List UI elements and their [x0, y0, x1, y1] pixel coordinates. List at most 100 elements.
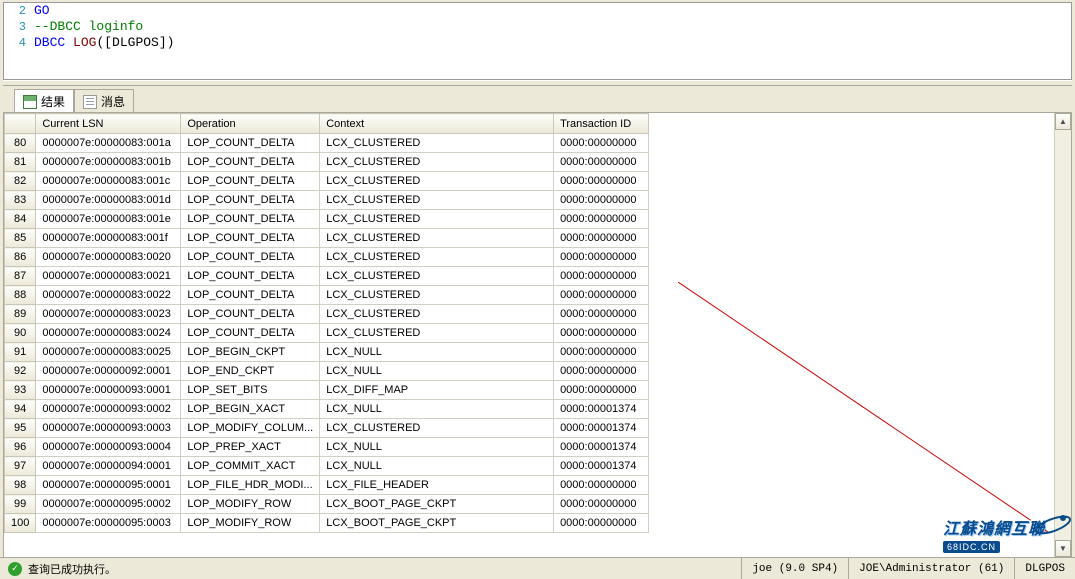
- cell-op[interactable]: LOP_MODIFY_ROW: [181, 495, 320, 514]
- cell-op[interactable]: LOP_PREP_XACT: [181, 438, 320, 457]
- cell-txn[interactable]: 0000:00000000: [554, 286, 649, 305]
- cell-op[interactable]: LOP_COUNT_DELTA: [181, 191, 320, 210]
- cell-txn[interactable]: 0000:00000000: [554, 153, 649, 172]
- cell-lsn[interactable]: 0000007e:00000083:001e: [36, 210, 181, 229]
- table-row[interactable]: 940000007e:00000093:0002LOP_BEGIN_XACTLC…: [5, 400, 649, 419]
- cell-op[interactable]: LOP_COUNT_DELTA: [181, 134, 320, 153]
- cell-lsn[interactable]: 0000007e:00000083:0021: [36, 267, 181, 286]
- cell-lsn[interactable]: 0000007e:00000093:0003: [36, 419, 181, 438]
- row-header[interactable]: 81: [5, 153, 36, 172]
- table-row[interactable]: 870000007e:00000083:0021LOP_COUNT_DELTAL…: [5, 267, 649, 286]
- col-header-transaction[interactable]: Transaction ID: [554, 114, 649, 134]
- table-row[interactable]: 900000007e:00000083:0024LOP_COUNT_DELTAL…: [5, 324, 649, 343]
- cell-ctx[interactable]: LCX_CLUSTERED: [320, 210, 554, 229]
- cell-ctx[interactable]: LCX_NULL: [320, 362, 554, 381]
- table-row[interactable]: 960000007e:00000093:0004LOP_PREP_XACTLCX…: [5, 438, 649, 457]
- cell-txn[interactable]: 0000:00000000: [554, 381, 649, 400]
- cell-txn[interactable]: 0000:00001374: [554, 400, 649, 419]
- cell-lsn[interactable]: 0000007e:00000095:0003: [36, 514, 181, 533]
- col-header-operation[interactable]: Operation: [181, 114, 320, 134]
- row-header[interactable]: 100: [5, 514, 36, 533]
- cell-ctx[interactable]: LCX_BOOT_PAGE_CKPT: [320, 495, 554, 514]
- row-header[interactable]: 91: [5, 343, 36, 362]
- cell-lsn[interactable]: 0000007e:00000093:0001: [36, 381, 181, 400]
- table-row[interactable]: 810000007e:00000083:001bLOP_COUNT_DELTAL…: [5, 153, 649, 172]
- cell-ctx[interactable]: LCX_NULL: [320, 438, 554, 457]
- row-header[interactable]: 82: [5, 172, 36, 191]
- cell-lsn[interactable]: 0000007e:00000083:0023: [36, 305, 181, 324]
- cell-ctx[interactable]: LCX_CLUSTERED: [320, 419, 554, 438]
- row-header[interactable]: 80: [5, 134, 36, 153]
- row-header[interactable]: 97: [5, 457, 36, 476]
- cell-txn[interactable]: 0000:00001374: [554, 457, 649, 476]
- cell-ctx[interactable]: LCX_CLUSTERED: [320, 191, 554, 210]
- cell-lsn[interactable]: 0000007e:00000093:0002: [36, 400, 181, 419]
- row-header[interactable]: 89: [5, 305, 36, 324]
- code-line[interactable]: --DBCC loginfo: [34, 19, 1071, 35]
- cell-ctx[interactable]: LCX_CLUSTERED: [320, 267, 554, 286]
- cell-ctx[interactable]: LCX_CLUSTERED: [320, 153, 554, 172]
- cell-txn[interactable]: 0000:00000000: [554, 343, 649, 362]
- cell-txn[interactable]: 0000:00000000: [554, 172, 649, 191]
- cell-ctx[interactable]: LCX_CLUSTERED: [320, 305, 554, 324]
- table-row[interactable]: 970000007e:00000094:0001LOP_COMMIT_XACTL…: [5, 457, 649, 476]
- cell-op[interactable]: LOP_COMMIT_XACT: [181, 457, 320, 476]
- cell-op[interactable]: LOP_COUNT_DELTA: [181, 229, 320, 248]
- cell-ctx[interactable]: LCX_CLUSTERED: [320, 248, 554, 267]
- cell-ctx[interactable]: LCX_NULL: [320, 343, 554, 362]
- cell-txn[interactable]: 0000:00000000: [554, 210, 649, 229]
- cell-ctx[interactable]: LCX_CLUSTERED: [320, 324, 554, 343]
- cell-op[interactable]: LOP_MODIFY_COLUM...: [181, 419, 320, 438]
- cell-txn[interactable]: 0000:00000000: [554, 514, 649, 533]
- cell-txn[interactable]: 0000:00000000: [554, 305, 649, 324]
- cell-op[interactable]: LOP_COUNT_DELTA: [181, 267, 320, 286]
- table-row[interactable]: 890000007e:00000083:0023LOP_COUNT_DELTAL…: [5, 305, 649, 324]
- table-row[interactable]: 920000007e:00000092:0001LOP_END_CKPTLCX_…: [5, 362, 649, 381]
- code-line[interactable]: GO: [34, 3, 1071, 19]
- cell-lsn[interactable]: 0000007e:00000093:0004: [36, 438, 181, 457]
- row-header[interactable]: 93: [5, 381, 36, 400]
- cell-ctx[interactable]: LCX_CLUSTERED: [320, 172, 554, 191]
- cell-txn[interactable]: 0000:00000000: [554, 134, 649, 153]
- tab-results[interactable]: 结果: [14, 89, 74, 113]
- row-header[interactable]: 98: [5, 476, 36, 495]
- tab-messages[interactable]: 消息: [74, 89, 134, 113]
- cell-op[interactable]: LOP_SET_BITS: [181, 381, 320, 400]
- cell-txn[interactable]: 0000:00001374: [554, 438, 649, 457]
- scroll-up-button[interactable]: ▲: [1055, 113, 1071, 130]
- cell-txn[interactable]: 0000:00000000: [554, 495, 649, 514]
- cell-txn[interactable]: 0000:00000000: [554, 267, 649, 286]
- cell-lsn[interactable]: 0000007e:00000083:001f: [36, 229, 181, 248]
- cell-ctx[interactable]: LCX_BOOT_PAGE_CKPT: [320, 514, 554, 533]
- table-row[interactable]: 910000007e:00000083:0025LOP_BEGIN_CKPTLC…: [5, 343, 649, 362]
- cell-lsn[interactable]: 0000007e:00000083:0024: [36, 324, 181, 343]
- table-row[interactable]: 990000007e:00000095:0002LOP_MODIFY_ROWLC…: [5, 495, 649, 514]
- cell-ctx[interactable]: LCX_CLUSTERED: [320, 286, 554, 305]
- results-grid[interactable]: Current LSN Operation Context Transactio…: [4, 113, 649, 533]
- cell-txn[interactable]: 0000:00000000: [554, 248, 649, 267]
- cell-op[interactable]: LOP_BEGIN_CKPT: [181, 343, 320, 362]
- cell-txn[interactable]: 0000:00000000: [554, 476, 649, 495]
- row-header[interactable]: 87: [5, 267, 36, 286]
- cell-lsn[interactable]: 0000007e:00000094:0001: [36, 457, 181, 476]
- cell-op[interactable]: LOP_COUNT_DELTA: [181, 286, 320, 305]
- cell-lsn[interactable]: 0000007e:00000092:0001: [36, 362, 181, 381]
- table-row[interactable]: 950000007e:00000093:0003LOP_MODIFY_COLUM…: [5, 419, 649, 438]
- cell-lsn[interactable]: 0000007e:00000083:001b: [36, 153, 181, 172]
- cell-op[interactable]: LOP_COUNT_DELTA: [181, 305, 320, 324]
- cell-op[interactable]: LOP_BEGIN_XACT: [181, 400, 320, 419]
- table-row[interactable]: 860000007e:00000083:0020LOP_COUNT_DELTAL…: [5, 248, 649, 267]
- row-header[interactable]: 90: [5, 324, 36, 343]
- cell-lsn[interactable]: 0000007e:00000083:001d: [36, 191, 181, 210]
- cell-op[interactable]: LOP_COUNT_DELTA: [181, 153, 320, 172]
- cell-lsn[interactable]: 0000007e:00000083:0025: [36, 343, 181, 362]
- cell-op[interactable]: LOP_COUNT_DELTA: [181, 172, 320, 191]
- table-row[interactable]: 830000007e:00000083:001dLOP_COUNT_DELTAL…: [5, 191, 649, 210]
- table-row[interactable]: 850000007e:00000083:001fLOP_COUNT_DELTAL…: [5, 229, 649, 248]
- cell-op[interactable]: LOP_COUNT_DELTA: [181, 248, 320, 267]
- cell-ctx[interactable]: LCX_DIFF_MAP: [320, 381, 554, 400]
- table-row[interactable]: 980000007e:00000095:0001LOP_FILE_HDR_MOD…: [5, 476, 649, 495]
- row-header[interactable]: 96: [5, 438, 36, 457]
- table-row[interactable]: 800000007e:00000083:001aLOP_COUNT_DELTAL…: [5, 134, 649, 153]
- cell-lsn[interactable]: 0000007e:00000083:0022: [36, 286, 181, 305]
